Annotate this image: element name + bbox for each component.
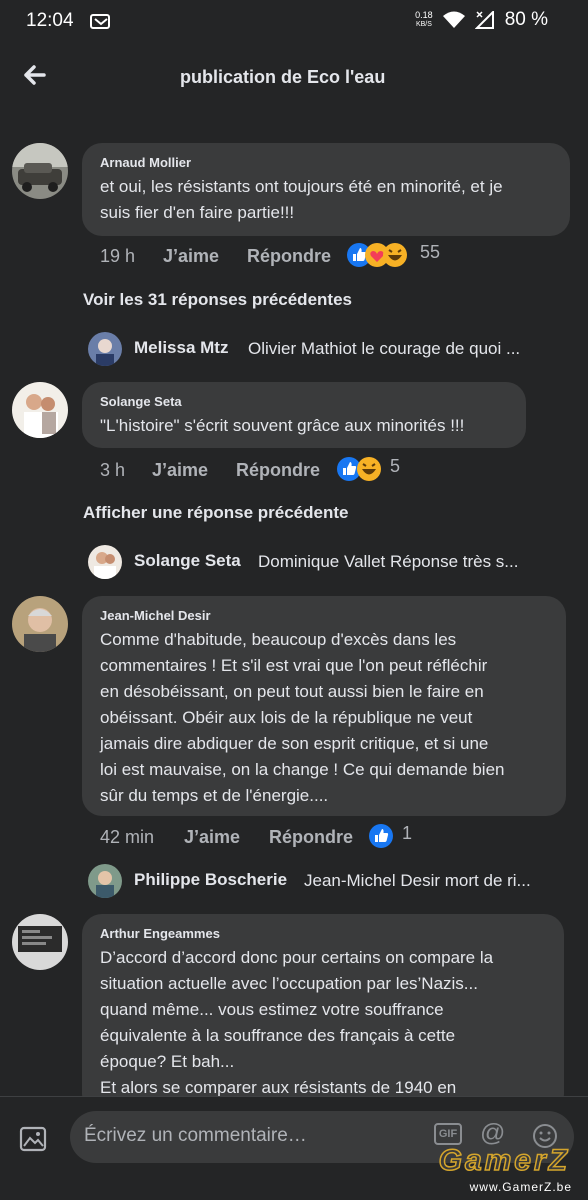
reply-preview[interactable]: Melissa Mtz Olivier Mathiot le courage d…	[88, 332, 568, 366]
reaction-count: 55	[420, 242, 441, 262]
status-time: 12:04	[26, 10, 74, 31]
comment-text: en désobéissant, on peut tout aussi bien…	[100, 682, 484, 701]
watermark: GamerZ www.GamerZ.be	[408, 1143, 576, 1196]
comment-author[interactable]: Arnaud Mollier	[100, 155, 552, 170]
comment-text: quand même... vous estimez votre souffra…	[100, 1000, 444, 1019]
reply-text: Olivier Mathiot le courage de quoi ...	[248, 339, 521, 358]
avatar[interactable]	[12, 143, 68, 199]
comment-time: 42 min	[100, 827, 155, 847]
comment-author[interactable]: Solange Seta	[100, 394, 508, 409]
comment-time: 3 h	[100, 460, 126, 480]
comment-bubble[interactable]: Solange Seta "L'histoire" s'écrit souven…	[82, 382, 526, 448]
avatar[interactable]	[12, 382, 68, 438]
comment-text: situation actuelle avec l’occupation par…	[100, 974, 478, 993]
comment-bubble[interactable]: Arnaud Mollier et oui, les résistants on…	[82, 143, 570, 236]
haha-reaction-icon	[383, 243, 407, 267]
reply-preview[interactable]: Solange Seta Dominique Vallet Réponse tr…	[88, 545, 568, 579]
comment-time: 19 h	[100, 246, 136, 266]
header: publication de Eco l'eau	[0, 44, 588, 112]
battery-level: 80 %	[504, 9, 548, 30]
view-previous-replies-link[interactable]: Voir les 31 réponses précédentes	[83, 290, 352, 310]
reply-text: Dominique Vallet Réponse très s...	[258, 552, 519, 571]
avatar[interactable]	[12, 914, 68, 970]
reply-button[interactable]: Répondre	[247, 246, 331, 267]
reply-author: Philippe Boscherie	[134, 870, 288, 889]
reply-button[interactable]: Répondre	[269, 827, 353, 848]
comment-author[interactable]: Arthur Engeammes	[100, 926, 546, 941]
comment-bubble[interactable]: Jean-Michel Desir Comme d'habitude, beau…	[82, 596, 566, 816]
gif-button[interactable]: GIF	[434, 1123, 462, 1145]
comment-text: loi est mauvaise, on la change ! Ce qui …	[100, 760, 505, 779]
comment-text: Comme d'habitude, beaucoup d'excès dans …	[100, 630, 457, 649]
comment-text: jamais dire abdiquer de son esprit criti…	[100, 734, 489, 753]
status-indicators: 0.18 KB/S 80 %	[415, 9, 548, 31]
cell-signal-icon	[474, 11, 494, 29]
avatar	[88, 332, 122, 366]
watermark-logo: GamerZ	[438, 1143, 570, 1178]
comment-text: époque? Et bah...	[100, 1052, 235, 1071]
comment-input-placeholder: Écrivez un commentaire…	[84, 1125, 307, 1146]
photo-icon[interactable]	[18, 1124, 50, 1154]
view-previous-reply-link[interactable]: Afficher une réponse précédente	[83, 503, 348, 523]
comment-text: obéissant. Obéir aux lois de la républiq…	[100, 708, 473, 727]
like-button[interactable]: J’aime	[184, 827, 240, 848]
comment-author[interactable]: Jean-Michel Desir	[100, 608, 548, 623]
like-reaction-icon	[369, 824, 393, 848]
watermark-url: www.GamerZ.be	[469, 1180, 572, 1194]
reaction-summary[interactable]: 55	[346, 242, 476, 268]
like-button[interactable]: J’aime	[152, 460, 208, 481]
comment-actions: 42 min J’aime Répondre 1	[100, 823, 570, 851]
avatar	[88, 864, 122, 898]
like-button[interactable]: J’aime	[163, 246, 219, 267]
comment-text: "L'histoire" s'écrit souvent grâce aux m…	[100, 416, 465, 435]
comment-text: D’accord d’accord donc pour certains on …	[100, 948, 494, 967]
haha-reaction-icon	[357, 457, 381, 481]
reaction-count: 1	[402, 823, 413, 843]
reply-preview[interactable]: Philippe Boscherie Jean-Michel Desir mor…	[88, 864, 568, 898]
status-bar: 12:04 0.18 KB/S 80 %	[0, 0, 588, 44]
comment-actions: 19 h J’aime Répondre 55	[100, 242, 570, 270]
comment-actions: 3 h J’aime Répondre 5	[100, 456, 570, 484]
reaction-summary[interactable]: 5	[336, 456, 416, 482]
avatar	[88, 545, 122, 579]
comment-text: et oui, les résistants ont toujours été …	[100, 177, 503, 196]
reply-author: Melissa Mtz	[134, 338, 229, 357]
page-title: publication de Eco l'eau	[180, 67, 386, 87]
back-arrow-icon[interactable]	[18, 60, 52, 90]
comment-text: équivalente à la souffrance des français…	[100, 1026, 456, 1045]
comment-text: suis fier d'en faire partie!!!	[100, 203, 295, 222]
comment-bubble[interactable]: Arthur Engeammes D’accord d’accord donc …	[82, 914, 564, 1114]
network-speed: 0.18 KB/S	[415, 10, 433, 28]
comment-text: sûr du temps et de l'énergie....	[100, 786, 329, 805]
reaction-count: 5	[390, 456, 401, 476]
reaction-summary[interactable]: 1	[368, 823, 428, 849]
comment-text: commentaires ! Et s'il est vrai que l'on…	[100, 656, 488, 675]
reply-button[interactable]: Répondre	[236, 460, 320, 481]
wifi-icon	[442, 11, 465, 28]
avatar[interactable]	[12, 596, 68, 652]
screenshot-notification-icon	[90, 14, 110, 29]
reply-text: Jean-Michel Desir mort de ri...	[304, 871, 531, 890]
reply-author: Solange Seta	[134, 551, 241, 570]
